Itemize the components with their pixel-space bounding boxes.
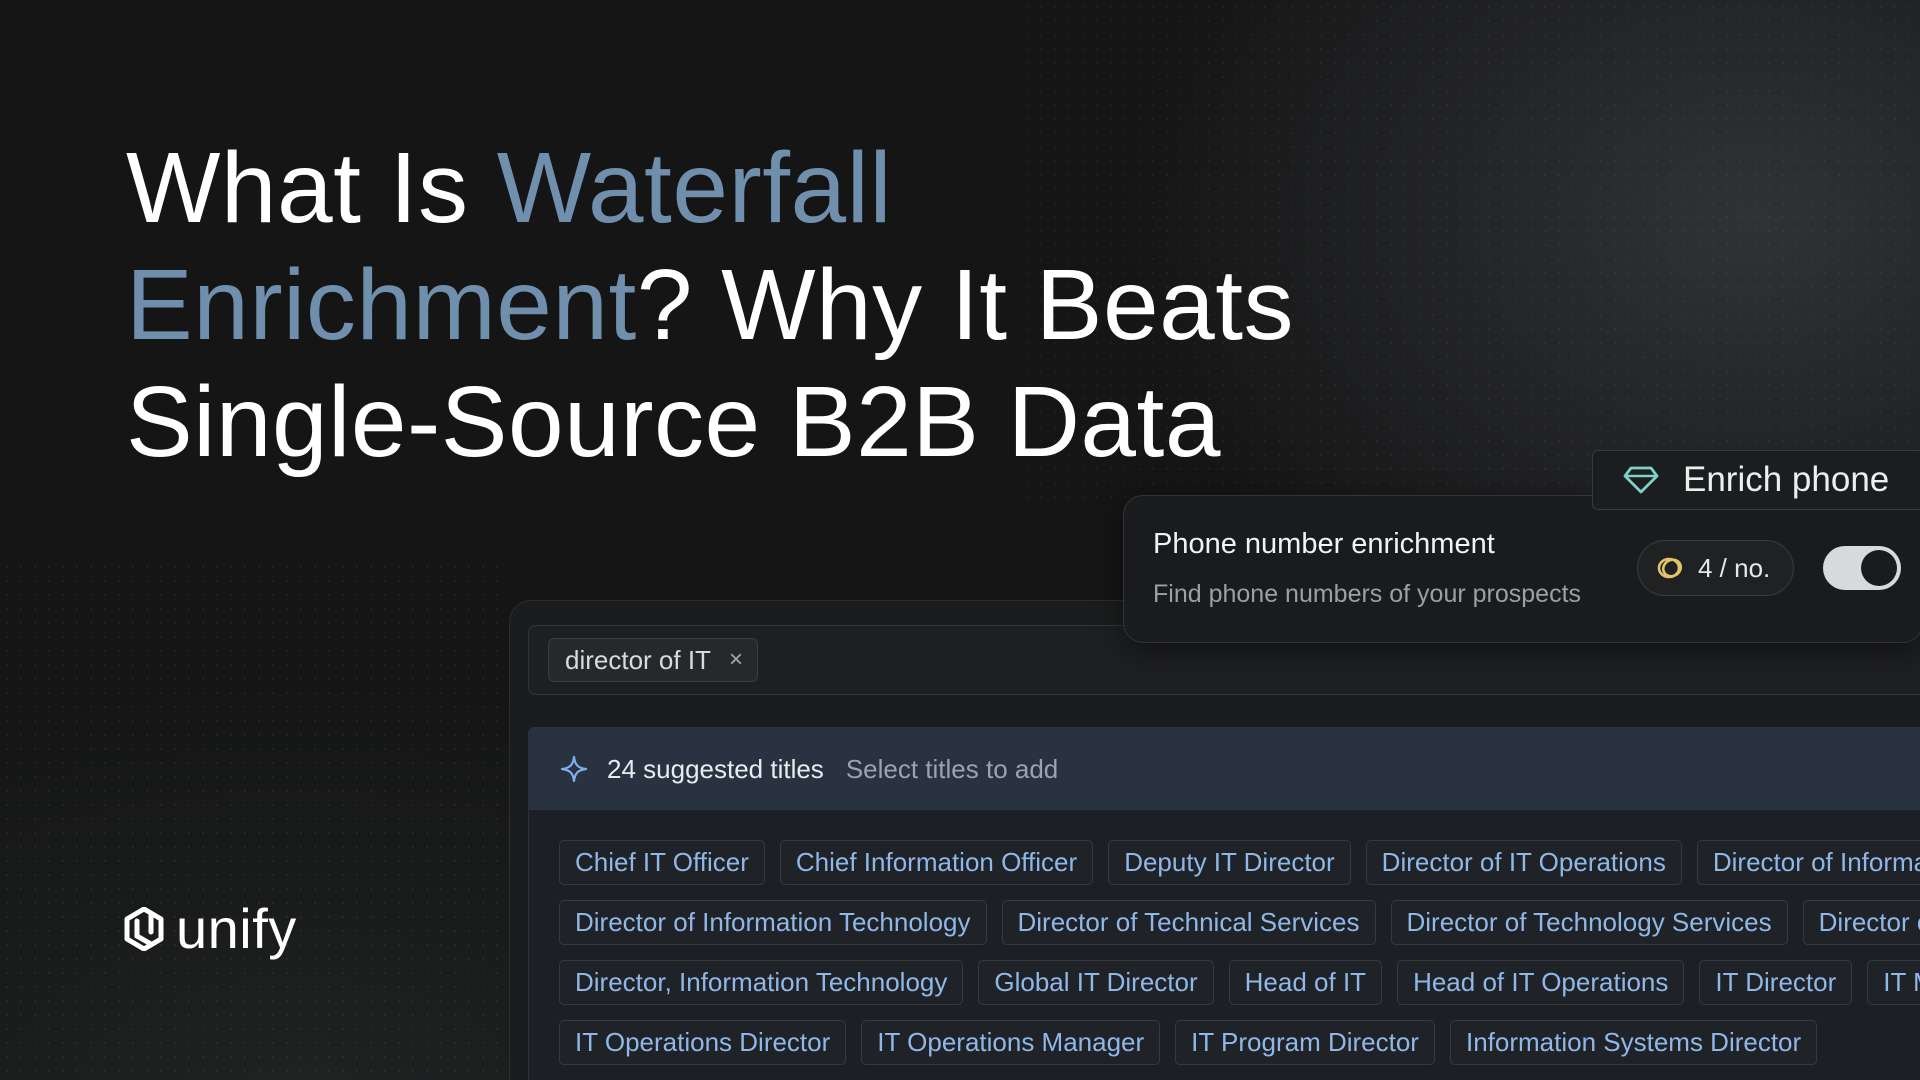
brand-logo: unify (124, 896, 297, 961)
suggested-title-tags: Chief IT Officer Chief Information Office… (559, 840, 1920, 1080)
suggested-title-tag[interactable]: Director of Information Security (1696, 840, 1920, 885)
suggested-title-tag[interactable]: Chief Information Officer (779, 840, 1094, 885)
suggested-title-tag[interactable]: Director, Information Technology (559, 960, 964, 1005)
filter-chip-label: director of IT (565, 644, 711, 675)
diamond-icon (1623, 465, 1659, 495)
suggested-titles-count: 24 suggested titles (607, 753, 824, 784)
toggle-knob (1861, 550, 1897, 586)
suggested-title-tag[interactable]: Chief IT Officer (559, 840, 765, 885)
suggested-titles-panel: 24 suggested titles Select titles to add… (528, 727, 1920, 1080)
close-icon[interactable]: × (729, 646, 743, 674)
tag-row: IT Operations Director IT Operations Mana… (559, 1020, 1920, 1065)
headline-part2: ? Why It Beats (636, 249, 1295, 361)
phone-enrichment-toggle[interactable] (1823, 546, 1901, 590)
tag-row: Director of Information Technology Direct… (559, 900, 1920, 945)
unify-logo-icon (124, 906, 164, 951)
suggested-title-tag[interactable]: IT Operations Manager (861, 1020, 1161, 1065)
suggested-title-tag[interactable]: Information Systems Director (1449, 1020, 1818, 1065)
suggested-title-tag[interactable]: IT Director (1699, 960, 1853, 1005)
suggested-title-tag[interactable]: Deputy IT Director (1108, 840, 1351, 885)
suggested-title-tag[interactable]: Director of Information Technology (559, 900, 987, 945)
enrich-phone-label: Enrich phone (1683, 460, 1890, 499)
headline: What Is Waterfall Enrichment? Why It Bea… (126, 130, 1426, 481)
suggested-title-tag[interactable]: Global IT Director (978, 960, 1214, 1005)
suggested-title-tag[interactable]: Director of Technical Services (1001, 900, 1376, 945)
suggested-titles-header: 24 suggested titles Select titles to add (529, 728, 1920, 810)
suggested-titles-hint: Select titles to add (845, 753, 1059, 784)
headline-part1: What Is (126, 132, 497, 244)
headline-line3: Single-Source B2B Data (126, 366, 1221, 478)
phone-enrichment-title: Phone number enrichment (1153, 528, 1495, 560)
headline-accent-enrichment: Enrichment (126, 249, 637, 361)
tag-row: Director, Information Technology Global I… (559, 960, 1920, 1005)
suggested-title-tag[interactable]: IT Operations Director (559, 1020, 847, 1065)
suggested-title-tag[interactable]: Director of IT Infrastructure (1802, 900, 1920, 945)
credit-cost-badge: 4 / no. (1637, 540, 1794, 596)
credit-cost-label: 4 / no. (1698, 552, 1771, 583)
dot-grid-left (0, 560, 510, 1080)
suggested-title-tag[interactable]: IT Manager (1867, 960, 1920, 1005)
brand-name: unify (176, 897, 297, 960)
enrich-phone-button[interactable]: Enrich phone (1592, 450, 1920, 510)
suggested-title-tag[interactable]: IT Program Director (1175, 1020, 1435, 1065)
suggested-title-tag[interactable]: Head of IT (1228, 960, 1383, 1005)
stage: What Is Waterfall Enrichment? Why It Bea… (0, 0, 1920, 1080)
filter-chip-director-of-it[interactable]: director of IT × (548, 638, 758, 682)
coin-icon (1656, 554, 1684, 582)
suggested-title-tag[interactable]: Director of IT Operations (1365, 840, 1682, 885)
sparkle-icon (559, 754, 589, 784)
suggested-title-tag[interactable]: Head of IT Operations (1397, 960, 1685, 1005)
phone-enrichment-card (1123, 495, 1920, 643)
suggested-title-tag[interactable]: Director of Technology Services (1390, 900, 1788, 945)
headline-accent-waterfall: Waterfall (496, 132, 893, 244)
tag-row: Chief IT Officer Chief Information Office… (559, 840, 1920, 885)
phone-enrichment-subtitle: Find phone numbers of your prospects (1153, 580, 1582, 608)
